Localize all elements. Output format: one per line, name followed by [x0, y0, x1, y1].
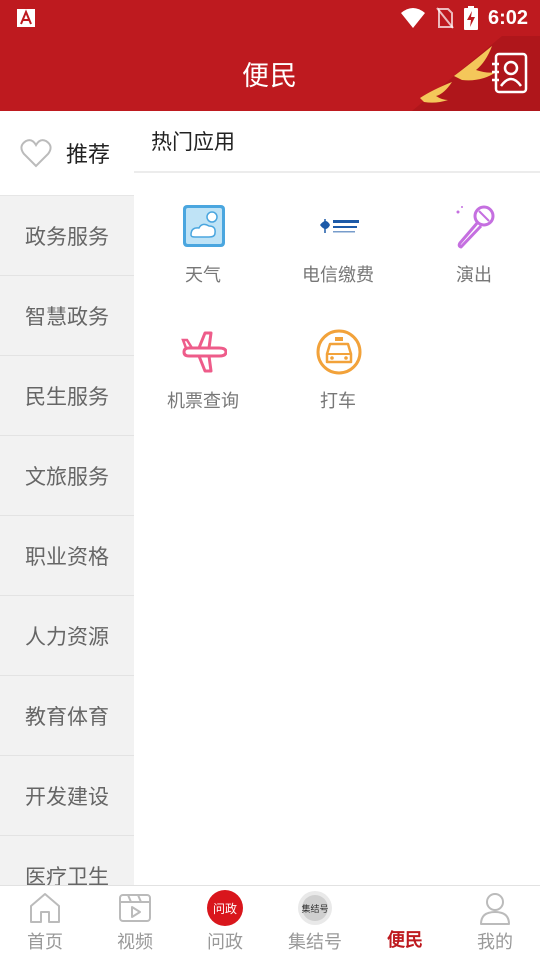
wenzheng-logo: 问政 [207, 890, 243, 926]
video-icon [119, 894, 151, 922]
status-time: 6:02 [487, 6, 528, 29]
tab-jijiehao[interactable]: 集结号 集结号 [270, 886, 360, 960]
tab-wenzheng[interactable]: 问政 问政 [180, 886, 270, 960]
wifi-icon [400, 8, 425, 28]
page-title: 便民 [242, 61, 298, 92]
jijiehao-logo: 集结号 [298, 891, 332, 925]
tab-profile[interactable]: 我的 [450, 886, 540, 960]
sidebar-item-professional-qualification[interactable]: 职业资格 [0, 516, 134, 596]
microphone-icon [456, 205, 495, 249]
weather-icon [183, 205, 225, 247]
no-sim-icon [436, 7, 454, 29]
china-telecom-logo [320, 219, 359, 233]
tab-label: 集结号 [288, 932, 342, 953]
sidebar-item-livelihood-services[interactable]: 民生服务 [0, 356, 134, 436]
app-weather[interactable]: 天气 [135, 203, 271, 313]
tab-video[interactable]: 视频 [90, 886, 180, 960]
tab-label: 首页 [27, 932, 63, 953]
app-label: 天气 [185, 265, 221, 286]
wenzheng-logo-text: 问政 [213, 902, 237, 916]
battery-charging-icon [463, 6, 478, 30]
sidebar-item-government-services[interactable]: 政务服务 [0, 196, 134, 276]
sidebar-item-culture-tourism[interactable]: 文旅服务 [0, 436, 134, 516]
app-label: 机票查询 [167, 391, 239, 412]
tab-home[interactable]: 首页 [0, 886, 90, 960]
app-label: 打车 [320, 391, 356, 412]
app-header: 6:02 便民 [0, 0, 540, 111]
sidebar-item-human-resources[interactable]: 人力资源 [0, 596, 134, 676]
tab-label: 我的 [477, 932, 513, 953]
tab-label: 问政 [207, 932, 243, 953]
status-icons: 6:02 [400, 4, 528, 32]
app-taxi[interactable]: 打车 [270, 329, 406, 439]
sidebar-item-recommended[interactable]: 推荐 [0, 111, 134, 196]
sidebar-item-label: 推荐 [66, 143, 111, 168]
bottom-navigation: 首页 视频 问政 问政 集结号 集结号 便民 我的 [0, 885, 540, 960]
tab-label: 视频 [117, 932, 153, 953]
heart-icon [20, 139, 52, 168]
app-label: 演出 [456, 265, 492, 286]
home-icon [30, 893, 60, 923]
profile-icon [480, 893, 510, 925]
section-title: 热门应用 [134, 111, 540, 173]
sidebar-item-healthcare[interactable]: 医疗卫生 [0, 836, 134, 886]
sidebar-item-development-construction[interactable]: 开发建设 [0, 756, 134, 836]
sidebar-item-smart-government[interactable]: 智慧政务 [0, 276, 134, 356]
status-bar: 6:02 [0, 0, 540, 36]
jijiehao-logo-text: 集结号 [301, 903, 328, 915]
app-performance[interactable]: 演出 [406, 203, 540, 313]
app-telecom-payment[interactable]: 电信缴费 [270, 203, 406, 313]
tab-label: 便民 [387, 930, 423, 951]
main-content: 热门应用 天气 电信缴费 演出 机票查询 打车 [134, 111, 540, 885]
taxi-icon [316, 329, 362, 375]
contacts-icon[interactable] [492, 52, 528, 94]
category-sidebar: 推荐 政务服务 智慧政务 民生服务 文旅服务 职业资格 人力资源 教育体育 开发… [0, 111, 134, 885]
tab-bianmin[interactable]: 便民 [360, 886, 450, 960]
airplane-icon [181, 331, 227, 373]
app-label: 电信缴费 [302, 265, 374, 286]
app-flight-search[interactable]: 机票查询 [135, 329, 271, 439]
sidebar-item-education-sports[interactable]: 教育体育 [0, 676, 134, 756]
app-notification-icon [17, 9, 35, 27]
